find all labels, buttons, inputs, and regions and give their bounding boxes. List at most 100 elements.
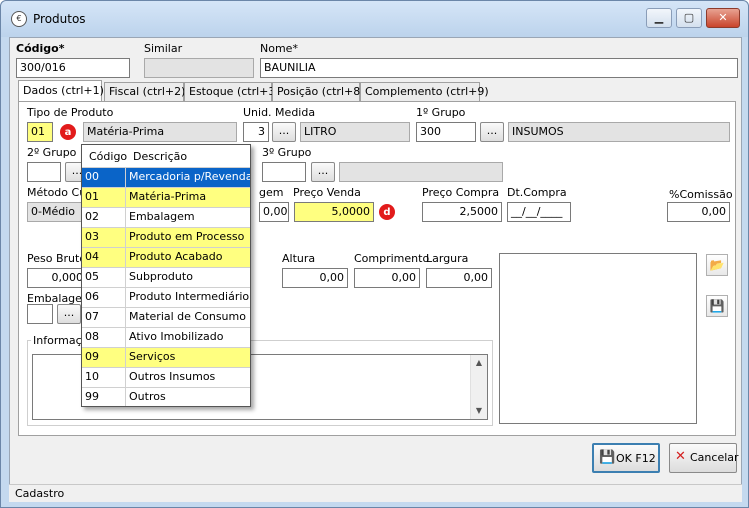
window-title: Produtos <box>33 12 86 26</box>
minimize-button[interactable]: ▁ <box>646 8 672 28</box>
cancel-button[interactable]: ✕ Cancelar <box>669 443 739 473</box>
grupo2-code-field[interactable] <box>27 162 61 182</box>
product-image-box[interactable] <box>499 253 697 424</box>
scroll-down-icon[interactable]: ▼ <box>471 403 487 419</box>
tab-dados[interactable]: Dados (ctrl+1) <box>18 80 104 101</box>
save-icon: 💾 <box>599 450 616 465</box>
grupo1-label: 1º Grupo <box>416 106 466 119</box>
status-text: Cadastro <box>15 487 65 500</box>
codigo-field[interactable]: 300/016 <box>16 58 130 78</box>
cancel-button-label: Cancelar <box>690 451 739 464</box>
minimize-icon: ▁ <box>654 11 664 24</box>
close-button[interactable]: ✕ <box>706 8 740 28</box>
dropdown-option-code: 01 <box>82 188 126 207</box>
dropdown-option-code: 05 <box>82 268 126 287</box>
produtos-window: € Produtos ▁ ▢ ✕ Código* 300/016 Similar… <box>0 0 749 508</box>
altura-field[interactable]: 0,00 <box>282 268 348 288</box>
nome-label: Nome* <box>260 42 298 55</box>
largura-label: Largura <box>426 252 469 265</box>
dropdown-option-desc: Matéria-Prima <box>129 190 207 203</box>
dropdown-option-desc: Produto Intermediário <box>129 290 250 303</box>
dropdown-option-code: 08 <box>82 328 126 347</box>
open-image-button[interactable]: 📂 <box>706 254 728 276</box>
dropdown-option-code: 09 <box>82 348 126 367</box>
dropdown-option[interactable]: 01 Matéria-Prima <box>82 187 250 207</box>
maximize-icon: ▢ <box>683 11 695 24</box>
grupo3-code-field[interactable] <box>262 162 306 182</box>
tab-fiscal[interactable]: Fiscal (ctrl+2) <box>104 82 185 101</box>
dropdown-option[interactable]: 08 Ativo Imobilizado <box>82 327 250 347</box>
dropdown-option-code: 99 <box>82 388 126 406</box>
memo-scrollbar[interactable]: ▲ ▼ <box>470 355 487 419</box>
tab-estoque[interactable]: Estoque (ctrl+3) <box>184 82 280 101</box>
dropdown-option-code: 03 <box>82 228 126 247</box>
dt-compra-label: Dt.Compra <box>507 186 567 199</box>
peso-bruto-label: Peso Bruto <box>27 252 87 265</box>
comprimento-field[interactable]: 0,00 <box>354 268 420 288</box>
maximize-button[interactable]: ▢ <box>676 8 702 28</box>
unid-medida-code-field[interactable]: 3 <box>243 122 269 142</box>
grupo2-label: 2º Grupo <box>27 146 77 159</box>
save-image-button[interactable]: 💾 <box>706 295 728 317</box>
dropdown-option-desc: Outros Insumos <box>129 370 216 383</box>
margem-field[interactable]: 0,00 <box>259 202 289 222</box>
dropdown-option-desc: Outros <box>129 390 166 403</box>
status-bar: Cadastro <box>9 484 742 502</box>
dropdown-option-desc: Mercadoria p/Revenda <box>129 170 250 183</box>
peso-bruto-field[interactable]: 0,000 <box>27 268 87 288</box>
dropdown-option[interactable]: 03 Produto em Processo <box>82 227 250 247</box>
dropdown-option[interactable]: 06 Produto Intermediário <box>82 287 250 307</box>
similar-label: Similar <box>144 42 183 55</box>
similar-field[interactable] <box>144 58 254 78</box>
grupo3-label: 3º Grupo <box>262 146 312 159</box>
unid-medida-lookup-button[interactable]: ... <box>272 122 296 142</box>
grupo3-desc-field <box>339 162 503 182</box>
tab-complemento[interactable]: Complemento (ctrl+9) <box>360 82 489 101</box>
dropdown-option-code: 00 <box>82 168 126 187</box>
embalagem-lookup-button[interactable]: ... <box>57 304 81 324</box>
dropdown-option-code: 02 <box>82 208 126 227</box>
preco-venda-field[interactable]: 5,0000 <box>294 202 374 222</box>
dropdown-option-desc: Ativo Imobilizado <box>129 330 224 343</box>
dt-compra-field[interactable]: __/__/____ <box>507 202 571 222</box>
ok-button[interactable]: 💾 OK F12 <box>592 443 660 473</box>
app-logo-icon: € <box>11 11 27 27</box>
grupo1-code-field[interactable]: 300 <box>416 122 476 142</box>
comissao-field[interactable]: 0,00 <box>667 202 730 222</box>
title-bar[interactable]: € Produtos ▁ ▢ ✕ <box>1 1 748 37</box>
dropdown-option[interactable]: 99 Outros <box>82 387 250 406</box>
dropdown-option-desc: Embalagem <box>129 210 195 223</box>
tab-posicao[interactable]: Posição (ctrl+8) <box>272 82 365 101</box>
comissao-label: %Comissão <box>669 188 733 201</box>
embalagem-code-field[interactable] <box>27 304 53 324</box>
dropdown-col-descricao: Descrição <box>133 150 188 163</box>
tipo-produto-code-field[interactable]: 01 <box>27 122 53 142</box>
tipo-produto-desc-field: Matéria-Prima <box>83 122 237 142</box>
largura-field[interactable]: 0,00 <box>426 268 492 288</box>
dropdown-option[interactable]: 00 Mercadoria p/Revenda <box>82 167 250 187</box>
dropdown-col-codigo: Código <box>89 150 128 163</box>
dropdown-option[interactable]: 07 Material de Consumo <box>82 307 250 327</box>
preco-venda-label: Preço Venda <box>293 186 361 199</box>
preco-compra-label: Preço Compra <box>422 186 500 199</box>
nome-field[interactable]: BAUNILIA <box>260 58 738 78</box>
preco-compra-field[interactable]: 2,5000 <box>422 202 502 222</box>
dropdown-option-code: 07 <box>82 308 126 327</box>
dropdown-option-desc: Produto Acabado <box>129 250 223 263</box>
grupo1-lookup-button[interactable]: ... <box>480 122 504 142</box>
altura-label: Altura <box>282 252 316 265</box>
dropdown-option[interactable]: 04 Produto Acabado <box>82 247 250 267</box>
dropdown-option[interactable]: 05 Subproduto <box>82 267 250 287</box>
dropdown-option-desc: Subproduto <box>129 270 193 283</box>
dropdown-option[interactable]: 02 Embalagem <box>82 207 250 227</box>
dropdown-option-code: 06 <box>82 288 126 307</box>
dropdown-option[interactable]: 10 Outros Insumos <box>82 367 250 387</box>
grupo3-lookup-button[interactable]: ... <box>311 162 335 182</box>
unid-medida-desc-field: LITRO <box>300 122 410 142</box>
metodo-custo-field[interactable]: 0-Médio <box>27 202 87 222</box>
floppy-disk-icon: 💾 <box>709 299 725 313</box>
scroll-up-icon[interactable]: ▲ <box>471 355 487 371</box>
dropdown-option-code: 10 <box>82 368 126 387</box>
tipo-produto-dropdown[interactable]: Código Descrição 00 Mercadoria p/Revenda 0… <box>81 144 251 407</box>
dropdown-option[interactable]: 09 Serviços <box>82 347 250 367</box>
